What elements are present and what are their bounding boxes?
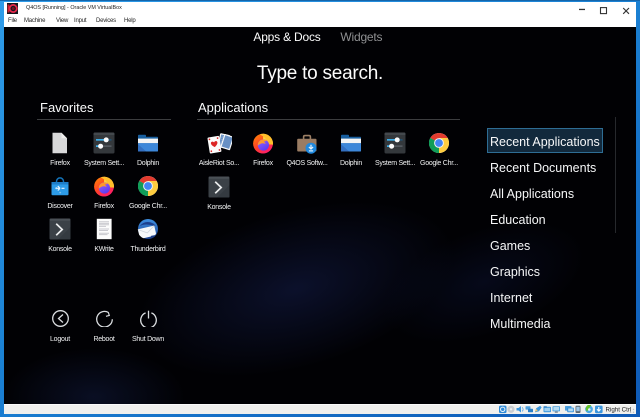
svg-text:Right Ctrl: Right Ctrl	[606, 407, 632, 414]
